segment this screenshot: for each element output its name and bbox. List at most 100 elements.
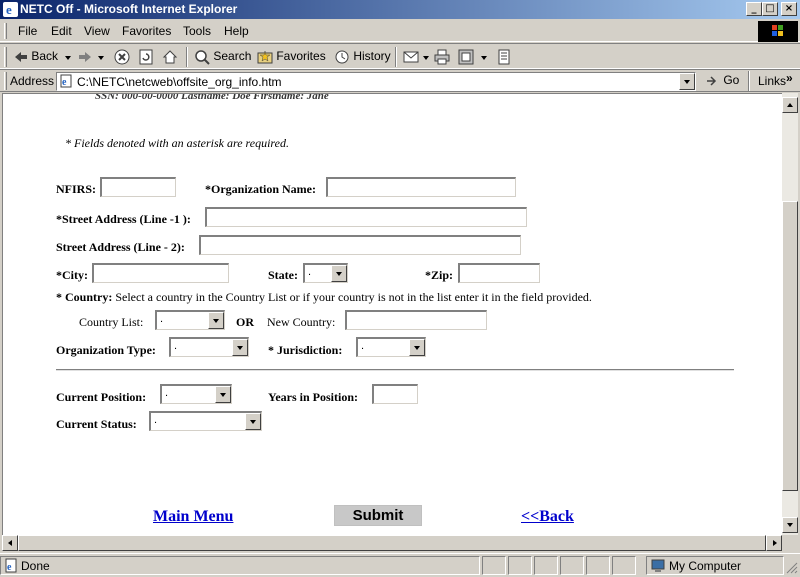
windows-logo (758, 21, 798, 42)
print-button[interactable] (434, 49, 450, 65)
horizontal-scroll-thumb[interactable] (18, 535, 766, 551)
address-url: C:\NETC\netcweb\offsite_org_info.htm (77, 75, 282, 89)
standard-toolbar: Back Search Favorites History (0, 43, 800, 69)
back-link[interactable]: <<Back (521, 508, 574, 526)
jurisdiction-dropdown-arrow[interactable] (409, 339, 425, 356)
search-icon (195, 50, 210, 65)
city-label: *City: (56, 268, 88, 282)
status-pane-1 (482, 556, 506, 575)
zip-input[interactable] (458, 263, 540, 283)
go-button[interactable]: Go (704, 73, 739, 88)
home-button[interactable] (162, 49, 178, 65)
submit-button[interactable]: Submit (334, 505, 422, 526)
svg-text:e: e (7, 562, 12, 573)
discuss-icon (498, 49, 510, 65)
horizontal-scrollbar[interactable] (2, 535, 782, 551)
menu-edit[interactable]: Edit (51, 24, 72, 38)
nfirs-input[interactable] (100, 177, 176, 197)
address-bar: Address e C:\NETC\netcweb\offsite_org_in… (0, 69, 800, 92)
zone-pane: My Computer (646, 556, 784, 575)
country-list-value: . (160, 313, 164, 325)
current-status-label: Current Status: (56, 417, 137, 431)
search-button[interactable]: Search (194, 49, 251, 65)
scroll-right-button[interactable] (766, 535, 782, 551)
forward-dropdown[interactable] (94, 50, 110, 64)
state-label: State: (268, 268, 298, 282)
back-dropdown[interactable] (61, 50, 77, 64)
status-text: Done (21, 559, 50, 573)
current-status-value: . (154, 414, 158, 426)
menu-bar: File Edit View Favorites Tools Help (0, 20, 800, 42)
go-label: Go (723, 73, 740, 87)
stop-button[interactable] (114, 49, 130, 65)
menu-view[interactable]: View (84, 24, 110, 38)
edit-dropdown[interactable] (477, 50, 493, 64)
scroll-left-button[interactable] (2, 535, 18, 551)
search-label: Search (213, 49, 252, 64)
jurisdiction-select[interactable]: . (356, 337, 426, 357)
state-select[interactable]: . (303, 263, 348, 283)
edit-button[interactable] (458, 49, 474, 65)
zone-text: My Computer (669, 559, 742, 573)
country-list-select[interactable]: . (155, 310, 225, 330)
menu-help[interactable]: Help (224, 24, 249, 38)
org-name-input[interactable] (326, 177, 516, 197)
country-label: * Country: (56, 290, 113, 304)
address-dropdown[interactable] (679, 73, 695, 90)
favorites-icon (257, 50, 273, 64)
city-input[interactable] (92, 263, 229, 283)
status-pane-5 (586, 556, 610, 575)
years-in-position-input[interactable] (372, 384, 418, 404)
new-country-input[interactable] (345, 310, 487, 330)
history-button[interactable]: History (334, 49, 391, 65)
org-type-dropdown-arrow[interactable] (232, 339, 248, 356)
status-text-pane: e Done (0, 556, 480, 575)
street1-label: *Street Address (Line -1 ): (56, 212, 191, 226)
menu-file[interactable]: File (18, 24, 37, 38)
links-button[interactable]: Links (758, 74, 786, 88)
current-position-select[interactable]: . (160, 384, 232, 404)
current-position-label: Current Position: (56, 390, 147, 404)
links-chevron-icon[interactable]: » (786, 71, 793, 85)
street2-label: Street Address (Line - 2): (56, 240, 185, 254)
menu-favorites[interactable]: Favorites (122, 24, 171, 38)
scroll-up-button[interactable] (782, 97, 798, 113)
window-title: NETC Off - Microsoft Internet Explorer (20, 2, 238, 16)
refresh-button[interactable] (138, 49, 154, 65)
org-type-label: Organization Type: (56, 343, 156, 357)
close-button[interactable]: × (781, 2, 797, 16)
zip-label: *Zip: (425, 268, 454, 282)
current-status-select[interactable]: . (149, 411, 262, 431)
ie-logo-icon: e (3, 2, 18, 17)
favorites-button[interactable]: Favorites (257, 49, 326, 65)
section-divider (56, 369, 734, 371)
toolbar-grip (4, 47, 7, 67)
org-type-select[interactable]: . (169, 337, 249, 357)
print-icon (434, 49, 450, 65)
resize-grip[interactable] (786, 562, 798, 574)
current-position-dropdown-arrow[interactable] (215, 386, 231, 403)
back-button[interactable]: Back (14, 49, 58, 64)
menu-tools[interactable]: Tools (183, 24, 211, 38)
country-list-dropdown-arrow[interactable] (208, 312, 224, 329)
address-input[interactable]: e C:\NETC\netcweb\offsite_org_info.htm (56, 72, 696, 91)
street1-input[interactable] (205, 207, 527, 227)
toolbar-separator (395, 47, 397, 67)
street2-input[interactable] (199, 235, 521, 255)
current-status-dropdown-arrow[interactable] (245, 413, 261, 430)
mail-button[interactable] (403, 49, 419, 65)
vertical-scrollbar[interactable] (782, 93, 798, 535)
main-menu-link[interactable]: Main Menu (153, 508, 233, 526)
discuss-button[interactable] (496, 49, 512, 65)
scroll-down-button[interactable] (782, 517, 798, 533)
minimize-button[interactable]: _ (746, 2, 762, 16)
partial-header-text: SSN: 000-00-0000 Lastname: Doe Firstname… (95, 93, 329, 102)
history-label: History (353, 49, 391, 64)
windows-flag-icon (772, 25, 783, 36)
status-pane-3 (534, 556, 558, 575)
mail-dropdown[interactable] (419, 50, 435, 64)
maximize-button[interactable]: □ (762, 2, 778, 16)
forward-button[interactable] (78, 49, 92, 64)
state-dropdown-arrow[interactable] (331, 265, 347, 282)
vertical-scroll-thumb[interactable] (782, 201, 798, 491)
